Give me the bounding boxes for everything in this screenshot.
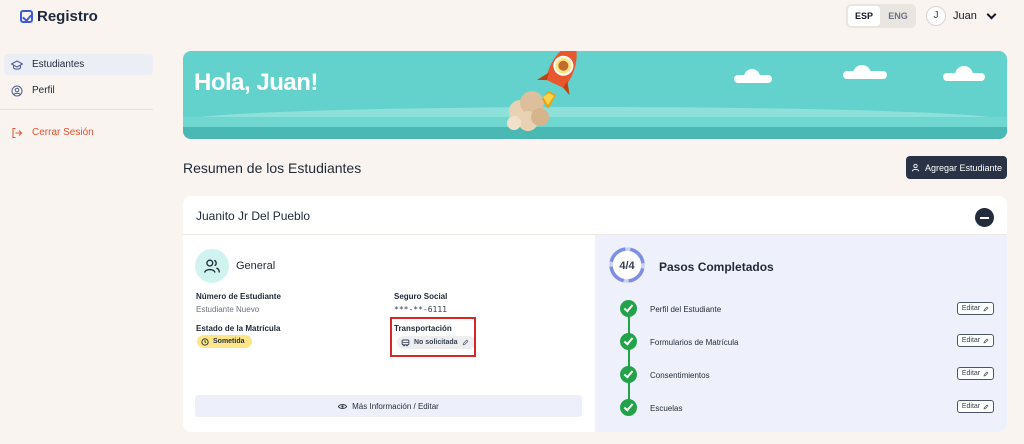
user-name: Juan bbox=[953, 10, 977, 22]
pencil-icon bbox=[983, 371, 989, 376]
greeting-title: Hola, Juan! bbox=[194, 69, 318, 96]
user-icon bbox=[911, 163, 920, 172]
steps-panel bbox=[595, 235, 1007, 432]
checkbox-logo-icon bbox=[20, 10, 33, 23]
logout-button[interactable]: Cerrar Sesión bbox=[4, 122, 153, 143]
more-info-label: Más Información / Editar bbox=[352, 401, 439, 411]
more-info-button[interactable]: Más Información / Editar bbox=[195, 395, 582, 417]
ssn-label: Seguro Social bbox=[394, 292, 448, 301]
logout-label: Cerrar Sesión bbox=[32, 127, 94, 138]
general-title: General bbox=[236, 260, 276, 272]
pencil-icon bbox=[983, 404, 989, 409]
cloud-icon bbox=[955, 66, 973, 78]
step-label: Formularios de Matrícula bbox=[650, 338, 739, 347]
student-number-value: Estudiante Nuevo bbox=[196, 305, 260, 314]
cloud-icon bbox=[744, 69, 760, 81]
users-icon bbox=[195, 249, 229, 283]
edit-label: Editar bbox=[961, 305, 981, 312]
pencil-icon bbox=[983, 338, 989, 343]
status-badge: Sometida bbox=[197, 335, 252, 348]
clock-icon bbox=[201, 337, 209, 346]
check-circle-icon bbox=[620, 333, 637, 350]
step-label: Consentimientos bbox=[650, 371, 710, 380]
summary-title: Resumen de los Estudiantes bbox=[183, 160, 362, 176]
check-circle-icon bbox=[620, 366, 637, 383]
steps-connector bbox=[628, 315, 630, 407]
banner-wave bbox=[183, 127, 1007, 139]
progress-value: 4/4 bbox=[619, 260, 635, 272]
cloud-icon bbox=[853, 65, 871, 77]
edit-label: Editar bbox=[961, 370, 981, 377]
step-label: Perfil del Estudiante bbox=[650, 305, 722, 314]
graduation-cap-icon bbox=[11, 59, 23, 71]
student-name: Juanito Jr Del Pueblo bbox=[196, 209, 311, 223]
collapse-button[interactable] bbox=[975, 208, 994, 227]
user-menu[interactable]: J Juan bbox=[926, 6, 997, 26]
step-label: Escuelas bbox=[650, 404, 683, 413]
edit-step-button[interactable]: Editar bbox=[957, 302, 994, 315]
ssn-value: ***-**-6111 bbox=[394, 305, 447, 314]
app-name: Registro bbox=[37, 8, 98, 25]
check-circle-icon bbox=[620, 300, 637, 317]
avatar: J bbox=[926, 6, 946, 26]
sidebar-item-perfil[interactable]: Perfil bbox=[4, 80, 153, 101]
pencil-icon bbox=[983, 306, 989, 311]
progress-ring: 4/4 bbox=[609, 247, 645, 283]
rocket-illustration bbox=[507, 51, 577, 131]
sidebar-item-label: Perfil bbox=[32, 85, 55, 96]
edit-label: Editar bbox=[961, 403, 981, 410]
sidebar-item-estudiantes[interactable]: Estudiantes bbox=[4, 54, 153, 75]
highlight-box bbox=[390, 317, 476, 357]
lang-esp-button[interactable]: ESP bbox=[848, 6, 880, 26]
sidebar-divider bbox=[0, 109, 153, 110]
check-circle-icon bbox=[620, 399, 637, 416]
status-badge-label: Sometida bbox=[213, 338, 245, 345]
edit-step-button[interactable]: Editar bbox=[957, 367, 994, 380]
enrollment-label: Estado de la Matrícula bbox=[196, 324, 281, 333]
lang-eng-button[interactable]: ENG bbox=[882, 6, 914, 26]
add-student-label: Agregar Estudiante bbox=[924, 162, 1003, 173]
chevron-down-icon bbox=[986, 9, 997, 19]
steps-title: Pasos Completados bbox=[659, 260, 774, 274]
eye-icon bbox=[338, 403, 348, 409]
user-circle-icon bbox=[11, 85, 23, 97]
sidebar-item-label: Estudiantes bbox=[32, 59, 85, 70]
language-switcher: ESP ENG bbox=[846, 4, 916, 28]
logout-icon bbox=[11, 127, 23, 139]
app-logo[interactable]: Registro bbox=[20, 8, 98, 25]
edit-step-button[interactable]: Editar bbox=[957, 334, 994, 347]
edit-label: Editar bbox=[961, 337, 981, 344]
student-number-label: Número de Estudiante bbox=[196, 292, 281, 301]
add-student-button[interactable]: Agregar Estudiante bbox=[906, 156, 1007, 179]
welcome-banner: Hola, Juan! bbox=[183, 51, 1007, 139]
edit-step-button[interactable]: Editar bbox=[957, 400, 994, 413]
